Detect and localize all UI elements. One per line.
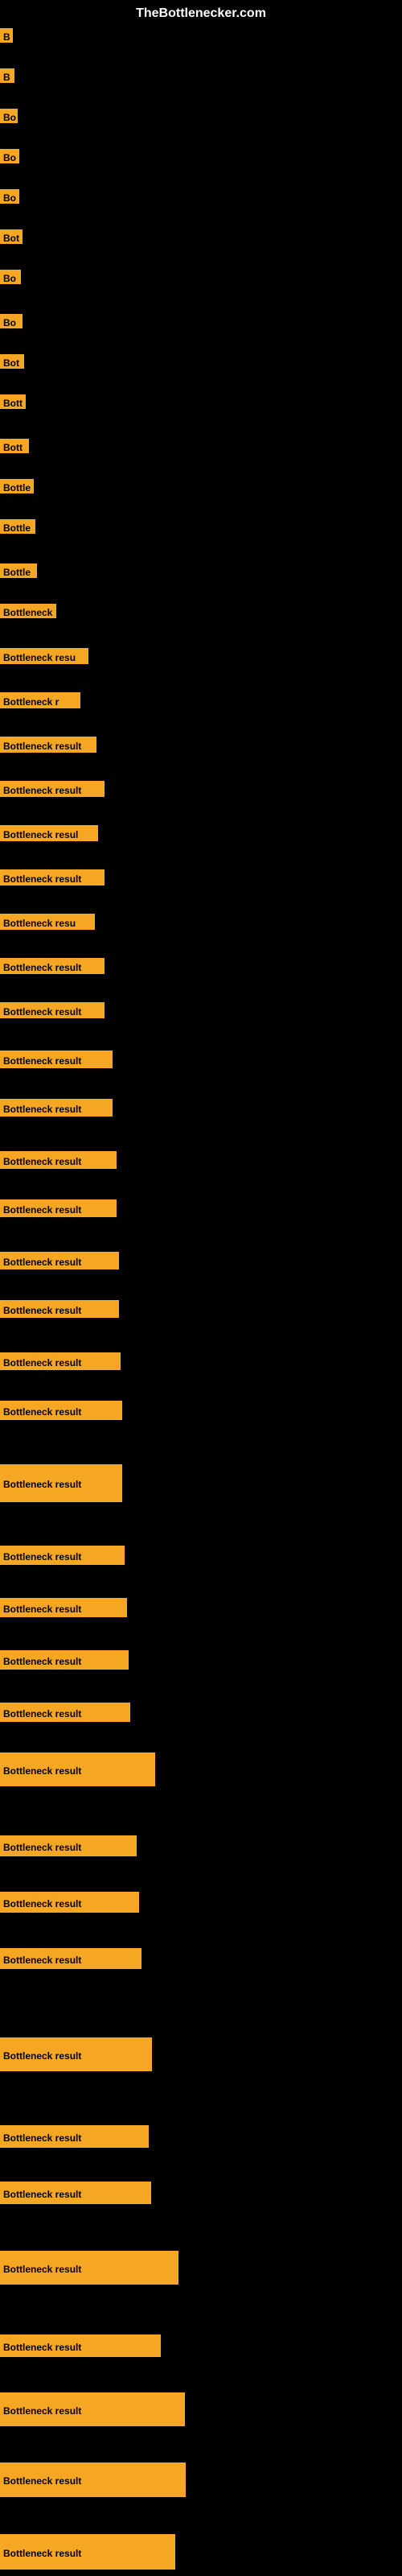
bottleneck-label-47: Bottleneck result [0, 2462, 186, 2497]
bottleneck-label-11: Bottle [0, 479, 34, 493]
bottleneck-label-13: Bottle [0, 564, 37, 578]
bottleneck-label-22: Bottleneck result [0, 958, 105, 974]
bottleneck-label-35: Bottleneck result [0, 1650, 129, 1670]
bottleneck-label-5: Bot [0, 229, 23, 244]
bottleneck-label-2: Bo [0, 109, 18, 123]
bottleneck-label-15: Bottleneck resu [0, 648, 88, 664]
bottleneck-label-39: Bottleneck result [0, 1892, 139, 1913]
bottleneck-label-20: Bottleneck result [0, 869, 105, 886]
bottleneck-label-24: Bottleneck result [0, 1051, 113, 1068]
bottleneck-label-45: Bottleneck result [0, 2334, 161, 2357]
bottleneck-label-6: Bo [0, 270, 21, 284]
bottleneck-label-18: Bottleneck result [0, 781, 105, 797]
bottleneck-label-48: Bottleneck result [0, 2534, 175, 2570]
bottleneck-label-12: Bottle [0, 519, 35, 534]
bottleneck-label-26: Bottleneck result [0, 1151, 117, 1169]
bottleneck-label-32: Bottleneck result [0, 1464, 122, 1502]
bottleneck-label-31: Bottleneck result [0, 1401, 122, 1420]
bottleneck-label-30: Bottleneck result [0, 1352, 121, 1370]
bottleneck-label-27: Bottleneck result [0, 1199, 117, 1217]
bottleneck-label-0: B [0, 28, 13, 43]
bottleneck-label-37: Bottleneck result [0, 1752, 155, 1786]
bottleneck-label-36: Bottleneck result [0, 1703, 130, 1722]
bottleneck-label-34: Bottleneck result [0, 1598, 127, 1617]
bottleneck-label-41: Bottleneck result [0, 2037, 152, 2071]
bottleneck-label-42: Bottleneck result [0, 2125, 149, 2148]
bottleneck-label-9: Bott [0, 394, 26, 409]
bottleneck-label-8: Bot [0, 354, 24, 369]
site-title: TheBottlenecker.com [136, 6, 266, 21]
bottleneck-label-16: Bottleneck r [0, 692, 80, 708]
bottleneck-label-21: Bottleneck resu [0, 914, 95, 930]
bottleneck-label-7: Bo [0, 314, 23, 328]
bottleneck-label-14: Bottleneck [0, 604, 56, 618]
bottleneck-label-23: Bottleneck result [0, 1002, 105, 1018]
bottleneck-label-38: Bottleneck result [0, 1835, 137, 1856]
bottleneck-label-17: Bottleneck result [0, 737, 96, 753]
bottleneck-label-28: Bottleneck result [0, 1252, 119, 1269]
bottleneck-label-29: Bottleneck result [0, 1300, 119, 1318]
bottleneck-label-10: Bott [0, 439, 29, 453]
bottleneck-label-1: B [0, 68, 14, 83]
bottleneck-label-40: Bottleneck result [0, 1948, 142, 1969]
bottleneck-label-3: Bo [0, 149, 19, 163]
bottleneck-label-4: Bo [0, 189, 19, 204]
bottleneck-label-46: Bottleneck result [0, 2392, 185, 2426]
bottleneck-label-43: Bottleneck result [0, 2182, 151, 2204]
bottleneck-label-19: Bottleneck resul [0, 825, 98, 841]
bottleneck-label-33: Bottleneck result [0, 1546, 125, 1565]
bottleneck-label-44: Bottleneck result [0, 2251, 178, 2285]
bottleneck-label-25: Bottleneck result [0, 1099, 113, 1117]
